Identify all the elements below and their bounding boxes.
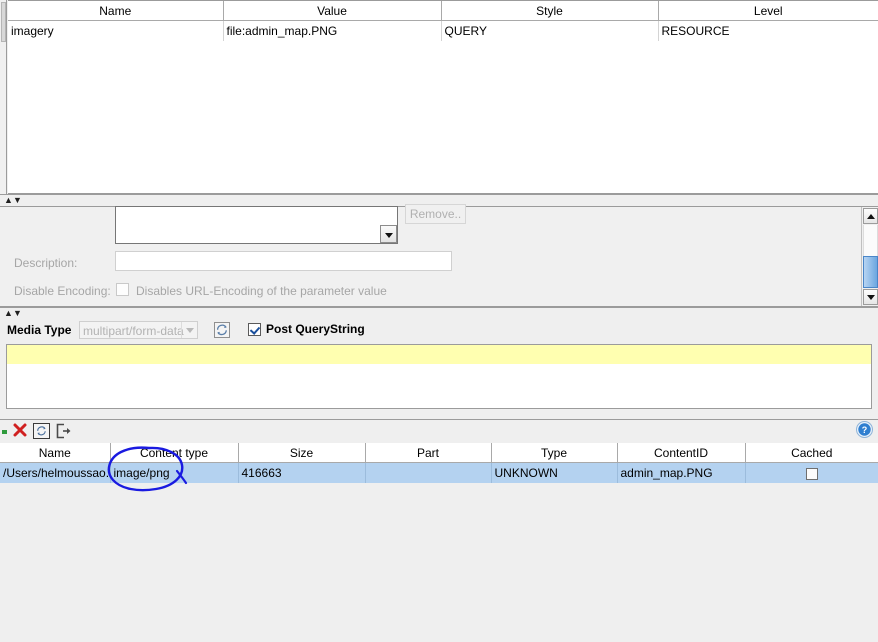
cell-size[interactable]: 416663: [238, 462, 366, 483]
chevron-down-icon[interactable]: [380, 225, 397, 243]
table-row[interactable]: imagery file:admin_map.PNG QUERY RESOURC…: [8, 20, 878, 42]
media-type-row: Media Type multipart/form-data Post Quer…: [0, 319, 878, 341]
col-header-name[interactable]: Name: [8, 1, 224, 21]
refresh-icon[interactable]: [214, 322, 230, 338]
table-row[interactable]: /Users/helmoussao... image/png 416663 UN…: [0, 462, 878, 483]
detail-panel-scrollbar[interactable]: [861, 207, 878, 306]
status-indicator-dot: [2, 430, 7, 434]
col-header-contentid[interactable]: ContentID: [617, 443, 746, 463]
cell-level[interactable]: RESOURCE: [658, 21, 878, 42]
parameters-table-header: Name Value Style Level: [8, 1, 878, 21]
cell-content-type[interactable]: image/png: [110, 462, 239, 483]
current-line-highlight: [7, 345, 871, 364]
col-header-name[interactable]: Name: [0, 443, 111, 463]
cached-checkbox[interactable]: [805, 467, 818, 480]
chevron-down-icon[interactable]: ▼: [13, 309, 22, 318]
delete-x-icon[interactable]: [11, 422, 29, 440]
cell-contentid[interactable]: admin_map.PNG: [617, 462, 746, 483]
col-header-style[interactable]: Style: [441, 1, 659, 21]
post-querystring-checkbox[interactable]: [248, 323, 261, 336]
cell-name[interactable]: imagery: [8, 20, 224, 41]
media-type-combo[interactable]: multipart/form-data: [79, 321, 198, 339]
description-label: Description:: [14, 256, 78, 270]
attachments-empty-area: [0, 481, 878, 642]
reload-icon[interactable]: [33, 423, 50, 439]
col-header-level[interactable]: Level: [658, 1, 878, 21]
attachments-table-header: Name Content type Size Part Type Content…: [0, 443, 878, 463]
splitter-middle[interactable]: ▲ ▼: [0, 307, 878, 318]
media-type-combo-value: multipart/form-data: [83, 324, 184, 338]
cell-part[interactable]: [365, 462, 492, 483]
description-input[interactable]: [115, 251, 452, 271]
disable-encoding-checkbox[interactable]: [116, 283, 129, 296]
parameters-left-scrollbar-thumb[interactable]: [1, 2, 6, 42]
chevron-up-icon[interactable]: ▲: [4, 196, 13, 205]
scroll-up-arrow-icon[interactable]: [863, 208, 878, 224]
chevron-down-icon[interactable]: [181, 322, 197, 338]
scroll-down-arrow-icon[interactable]: [863, 289, 878, 305]
chevron-up-icon[interactable]: ▲: [4, 309, 13, 318]
col-header-value[interactable]: Value: [223, 1, 442, 21]
cell-name[interactable]: /Users/helmoussao...: [0, 462, 111, 483]
export-icon[interactable]: [55, 423, 72, 439]
media-type-label: Media Type: [7, 323, 72, 337]
help-question-icon[interactable]: ?: [856, 421, 873, 438]
parameters-table: Name Value Style Level imagery file:admi…: [8, 0, 878, 194]
request-body-editor[interactable]: [6, 344, 872, 409]
attachments-toolbar: [0, 419, 878, 443]
col-header-cached[interactable]: Cached: [745, 443, 878, 463]
cell-cached[interactable]: [745, 462, 878, 483]
cell-type[interactable]: UNKNOWN: [491, 462, 618, 483]
chevron-down-icon[interactable]: ▼: [13, 196, 22, 205]
col-header-size[interactable]: Size: [238, 443, 366, 463]
col-header-type[interactable]: Type: [491, 443, 618, 463]
cell-value[interactable]: file:admin_map.PNG: [223, 20, 442, 41]
remove-button[interactable]: Remove..: [405, 204, 466, 224]
attachments-table: Name Content type Size Part Type Content…: [0, 443, 878, 483]
parameters-left-scrollbar[interactable]: [0, 0, 7, 194]
cell-style[interactable]: QUERY: [441, 20, 659, 41]
disable-encoding-label: Disable Encoding:: [14, 284, 111, 298]
svg-text:?: ?: [862, 425, 868, 435]
post-querystring-label: Post QueryString: [266, 322, 365, 336]
col-header-part[interactable]: Part: [365, 443, 492, 463]
parameter-value-combo[interactable]: [115, 206, 398, 244]
disable-encoding-description: Disables URL-Encoding of the parameter v…: [136, 284, 387, 298]
col-header-content-type[interactable]: Content type: [110, 443, 239, 463]
parameters-panel: Name Value Style Level imagery file:admi…: [0, 0, 878, 194]
detail-panel-scrollbar-thumb[interactable]: [863, 256, 878, 288]
